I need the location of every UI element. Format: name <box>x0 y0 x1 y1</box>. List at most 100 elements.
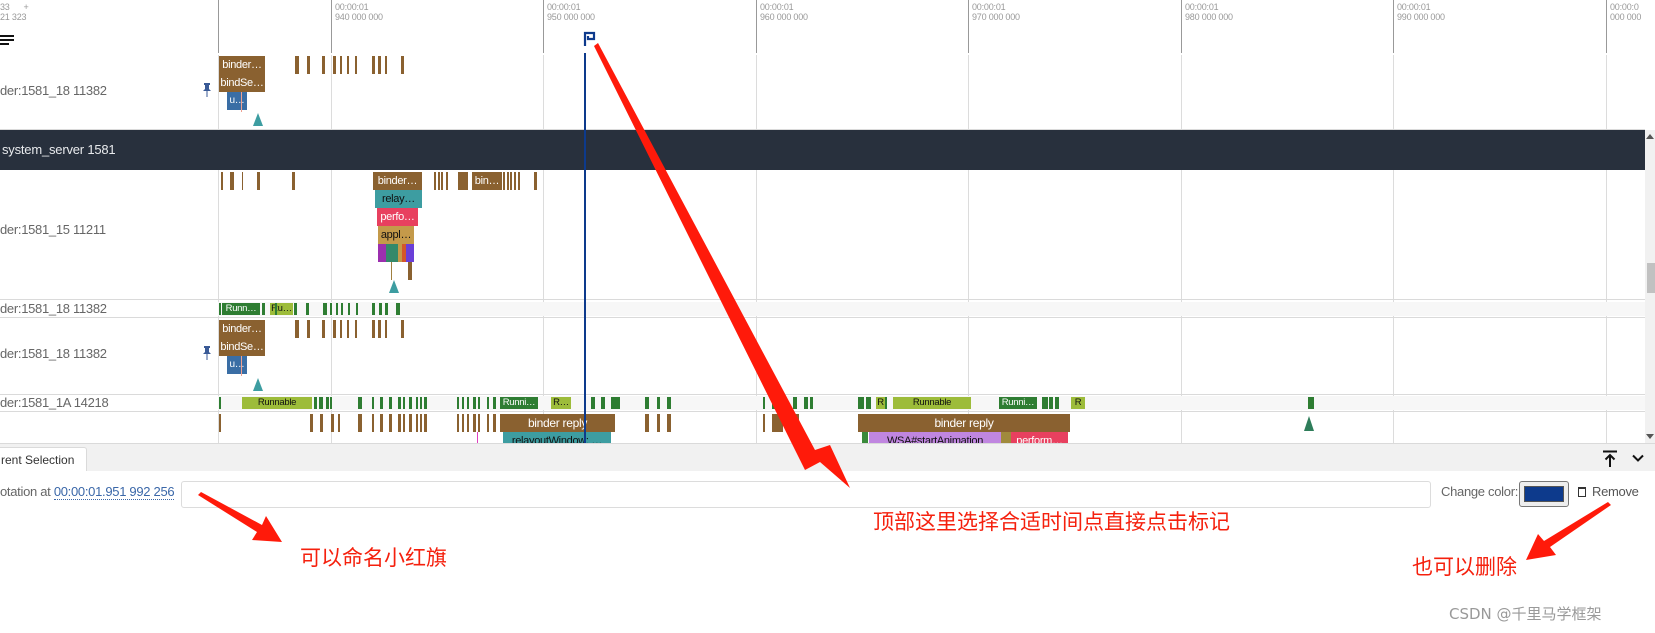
slice[interactable]: bindSe… <box>219 74 265 92</box>
scrollbar-thumb[interactable] <box>1647 263 1655 293</box>
slice[interactable] <box>219 397 221 409</box>
flow-arrow-icon[interactable] <box>253 113 263 126</box>
slice[interactable]: bindSe… <box>219 338 265 356</box>
slice[interactable] <box>804 397 808 409</box>
slice[interactable] <box>772 414 783 432</box>
slice[interactable] <box>230 172 234 190</box>
thread-state-track[interactable]: der:1581_18 11382 Runn… Ru… <box>0 300 1645 318</box>
slice[interactable] <box>347 320 349 338</box>
slice[interactable] <box>409 414 412 432</box>
slice[interactable] <box>372 414 374 432</box>
slice[interactable] <box>795 414 799 432</box>
slice[interactable] <box>507 172 509 190</box>
slice[interactable] <box>320 414 323 432</box>
slice[interactable] <box>493 414 496 432</box>
slice[interactable] <box>338 414 340 432</box>
slice[interactable] <box>262 303 265 315</box>
slice[interactable] <box>257 172 260 190</box>
slice[interactable] <box>458 172 468 190</box>
slice[interactable] <box>330 397 332 409</box>
state-runnable[interactable]: R <box>876 397 885 409</box>
slice[interactable] <box>378 56 381 74</box>
pin-icon[interactable] <box>202 83 212 97</box>
slice[interactable]: perform… <box>1011 432 1068 443</box>
slice[interactable] <box>591 397 595 409</box>
slice[interactable] <box>438 172 440 190</box>
slice[interactable]: u… <box>227 356 247 374</box>
slice[interactable] <box>336 303 338 315</box>
slice[interactable] <box>1001 432 1011 443</box>
slice[interactable] <box>331 414 334 432</box>
slice[interactable] <box>323 303 327 315</box>
slice[interactable] <box>1042 397 1048 409</box>
thread-track[interactable]: der:1581_18 11382 binder… bindSe… u… <box>0 55 1645 130</box>
slice[interactable] <box>385 56 387 74</box>
slice[interactable] <box>292 172 295 190</box>
slice[interactable] <box>462 414 464 432</box>
state-running[interactable]: R <box>772 397 783 409</box>
slice[interactable] <box>514 172 516 190</box>
slice[interactable]: relayoutWindow: … <box>503 432 611 443</box>
slice[interactable]: binder reply <box>500 414 615 432</box>
slice[interactable] <box>242 172 243 190</box>
slice[interactable] <box>396 303 400 315</box>
slice[interactable] <box>307 320 310 338</box>
flow-arrow-icon[interactable] <box>1304 416 1314 431</box>
slice[interactable]: relay… <box>375 190 422 208</box>
thread-track[interactable]: der:1581_18 11382 binder… bindSe… u… <box>0 318 1645 395</box>
slice[interactable] <box>347 56 349 74</box>
slice[interactable] <box>493 397 496 409</box>
annotation-timestamp-link[interactable]: 00:00:01.951 992 256 <box>53 484 175 500</box>
slice[interactable] <box>380 414 383 432</box>
slice[interactable] <box>416 397 418 409</box>
slice[interactable] <box>398 414 401 432</box>
slice[interactable] <box>306 303 309 315</box>
slice[interactable] <box>487 397 489 409</box>
state-runnable[interactable]: Runnable <box>242 397 312 409</box>
slice[interactable] <box>385 303 388 315</box>
slice[interactable] <box>401 56 404 74</box>
slice[interactable] <box>462 397 464 409</box>
slice[interactable] <box>446 172 448 190</box>
slice[interactable] <box>810 397 813 409</box>
slice[interactable] <box>307 56 310 74</box>
scroll-up-icon[interactable] <box>1646 134 1654 139</box>
slice[interactable] <box>478 414 480 432</box>
slice[interactable] <box>340 320 342 338</box>
slice[interactable] <box>380 397 383 409</box>
slice[interactable] <box>403 414 405 432</box>
slice[interactable]: perfo… <box>377 208 418 226</box>
slice[interactable] <box>322 56 325 74</box>
slice[interactable]: binder… <box>373 172 422 190</box>
slice[interactable] <box>408 262 412 280</box>
scroll-down-icon[interactable] <box>1646 434 1654 439</box>
timeline-header[interactable]: 33 + 21 323 00:00:01 940 000 000 00:00:01… <box>0 0 1655 55</box>
slice[interactable] <box>333 320 336 338</box>
slice[interactable] <box>862 432 868 443</box>
slice[interactable] <box>398 397 401 409</box>
slice[interactable] <box>322 320 325 338</box>
state-runnable[interactable]: Ru… <box>270 303 293 315</box>
slice[interactable] <box>385 320 387 338</box>
slice[interactable] <box>409 397 412 409</box>
chevron-down-icon[interactable] <box>1630 450 1646 466</box>
slice[interactable] <box>416 414 418 432</box>
slice[interactable] <box>372 397 374 409</box>
slice[interactable] <box>314 397 317 409</box>
slice[interactable] <box>457 397 459 409</box>
flow-arrow-icon[interactable] <box>389 280 399 293</box>
slice[interactable] <box>601 397 605 409</box>
pin-icon[interactable] <box>202 346 212 360</box>
slice[interactable] <box>295 320 299 338</box>
slice[interactable] <box>389 397 392 409</box>
expand-to-top-icon[interactable] <box>1602 450 1618 468</box>
tab-current-selection[interactable]: rent Selection <box>0 447 88 472</box>
flag-marker-icon[interactable] <box>582 31 598 47</box>
slice[interactable] <box>424 414 427 432</box>
slice[interactable] <box>219 303 221 315</box>
slice[interactable] <box>866 397 871 409</box>
state-runnable[interactable]: Runnable <box>893 397 971 409</box>
slice[interactable] <box>473 397 476 409</box>
slice[interactable] <box>457 414 459 432</box>
slice[interactable] <box>372 320 375 338</box>
